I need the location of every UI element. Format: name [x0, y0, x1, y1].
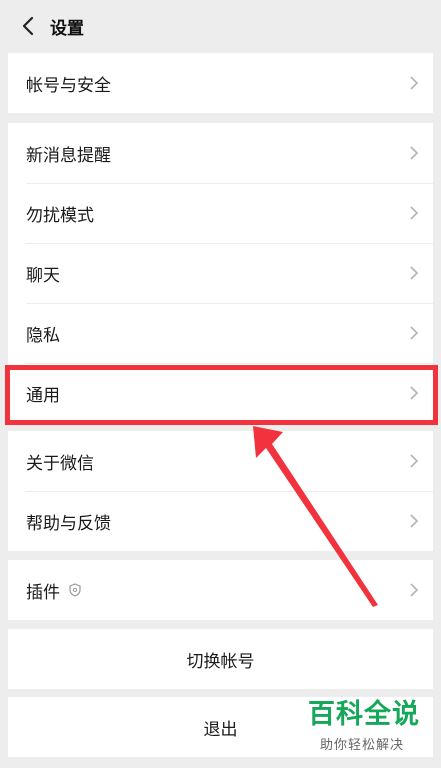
row-label: 帮助与反馈	[26, 513, 111, 534]
row-chat[interactable]: 聊天	[8, 243, 433, 303]
button-label: 退出	[203, 719, 238, 740]
row-label: 勿扰模式	[26, 205, 94, 226]
row-general[interactable]: 通用	[8, 363, 433, 423]
watermark-logo: 百科全说 助你轻松解决	[308, 699, 438, 754]
row-label: 通用	[26, 385, 60, 406]
settings-group-main: 新消息提醒 勿扰模式 聊天 隐私 通用	[8, 123, 433, 423]
row-label: 隐私	[26, 325, 60, 346]
settings-group-about: 关于微信 帮助与反馈	[8, 431, 433, 551]
row-help-feedback[interactable]: 帮助与反馈	[8, 491, 433, 551]
button-label: 切换帐号	[186, 651, 255, 672]
chevron-right-icon	[410, 76, 419, 90]
row-privacy[interactable]: 隐私	[8, 303, 433, 363]
row-label: 关于微信	[26, 453, 94, 474]
chevron-right-icon	[410, 146, 419, 160]
chevron-left-icon	[22, 16, 34, 36]
row-label: 帐号与安全	[26, 75, 111, 96]
row-new-message-alerts[interactable]: 新消息提醒	[8, 123, 433, 183]
row-account-security[interactable]: 帐号与安全	[8, 53, 433, 113]
shield-icon	[69, 583, 81, 597]
row-label: 插件	[26, 582, 60, 603]
row-label: 聊天	[26, 265, 60, 286]
page-title: 设置	[50, 18, 84, 39]
chevron-right-icon	[410, 206, 419, 220]
switch-account-group: 切换帐号	[8, 629, 433, 689]
chevron-right-icon	[410, 266, 419, 280]
chevron-right-icon	[410, 514, 419, 528]
row-label: 新消息提醒	[26, 145, 111, 166]
row-about-wechat[interactable]: 关于微信	[8, 431, 433, 491]
settings-group-account: 帐号与安全	[8, 53, 433, 113]
switch-account-button[interactable]: 切换帐号	[8, 629, 433, 689]
chevron-right-icon	[410, 386, 419, 400]
back-button[interactable]	[8, 0, 48, 52]
watermark-sub: 助你轻松解决	[320, 738, 405, 753]
chevron-right-icon	[410, 326, 419, 340]
chevron-right-icon	[410, 583, 419, 597]
row-plugins[interactable]: 插件	[8, 560, 433, 620]
settings-group-plugins: 插件	[8, 560, 433, 620]
nav-bar: 设置	[8, 0, 433, 52]
watermark-main: 百科全说	[308, 699, 420, 730]
row-do-not-disturb[interactable]: 勿扰模式	[8, 183, 433, 243]
chevron-right-icon	[410, 454, 419, 468]
